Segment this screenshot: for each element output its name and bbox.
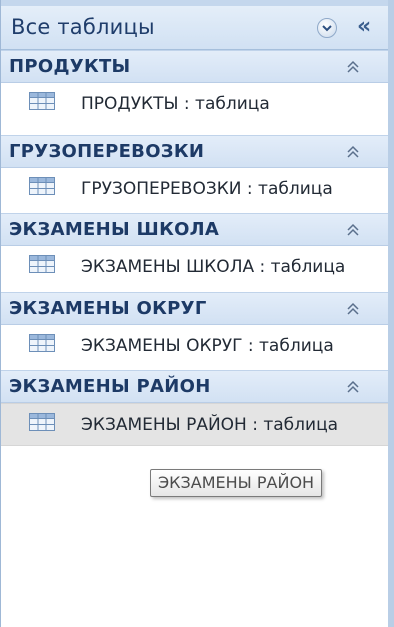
table-icon	[29, 92, 55, 114]
table-icon	[29, 177, 55, 199]
list-item-selected[interactable]: ЭКЗАМЕНЫ РАЙОН : таблица	[1, 403, 388, 446]
double-chevron-left-icon[interactable]: «	[357, 16, 371, 38]
group-title: ГРУЗОПЕРЕВОЗКИ	[9, 141, 205, 162]
list-item[interactable]: ЭКЗАМЕНЫ ШКОЛА : таблица	[1, 246, 388, 289]
table-icon	[29, 413, 55, 435]
group-title: ЭКЗАМЕНЫ РАЙОН	[9, 376, 211, 397]
list-item[interactable]: ГРУЗОПЕРЕВОЗКИ : таблица	[1, 168, 388, 211]
list-item-label: ПРОДУКТЫ : таблица	[81, 94, 270, 114]
list-item-label: ЭКЗАМЕНЫ РАЙОН : таблица	[81, 415, 339, 435]
double-chevron-up-icon[interactable]	[346, 222, 360, 241]
group-header-gruzoperevozki[interactable]: ГРУЗОПЕРЕВОЗКИ	[1, 135, 388, 168]
pane-title: Все таблицы	[11, 15, 155, 39]
double-chevron-up-icon[interactable]	[346, 379, 360, 398]
table-icon	[29, 334, 55, 356]
double-chevron-up-icon[interactable]	[346, 144, 360, 163]
group-title: ЭКЗАМЕНЫ ШКОЛА	[9, 219, 220, 240]
group-header-produkty[interactable]: ПРОДУКТЫ	[1, 50, 388, 83]
list-item[interactable]: ПРОДУКТЫ : таблица	[1, 83, 388, 126]
list-item[interactable]: ЭКЗАМЕНЫ ОКРУГ : таблица	[1, 325, 388, 368]
table-icon	[29, 255, 55, 277]
double-chevron-up-icon[interactable]	[346, 59, 360, 78]
chevron-down-circle-icon[interactable]	[317, 18, 337, 38]
double-chevron-up-icon[interactable]	[346, 301, 360, 320]
list-item-label: ЭКЗАМЕНЫ ШКОЛА : таблица	[81, 257, 346, 277]
navigation-pane-header[interactable]: Все таблицы «	[1, 0, 388, 50]
list-item-label: ГРУЗОПЕРЕВОЗКИ : таблица	[81, 179, 333, 199]
group-header-ekzameny-okrug[interactable]: ЭКЗАМЕНЫ ОКРУГ	[1, 292, 388, 325]
navigation-pane: Все таблицы « ПРОДУКТЫ ПРОДУКТЫ : таблиц…	[0, 0, 394, 627]
group-title: ЭКЗАМЕНЫ ОКРУГ	[9, 298, 207, 319]
group-header-ekzameny-raion[interactable]: ЭКЗАМЕНЫ РАЙОН	[1, 370, 388, 403]
group-title: ПРОДУКТЫ	[9, 56, 131, 77]
list-item-label: ЭКЗАМЕНЫ ОКРУГ : таблица	[81, 336, 334, 356]
tooltip: ЭКЗАМЕНЫ РАЙОН	[150, 469, 323, 497]
group-header-ekzameny-shkola[interactable]: ЭКЗАМЕНЫ ШКОЛА	[1, 213, 388, 246]
